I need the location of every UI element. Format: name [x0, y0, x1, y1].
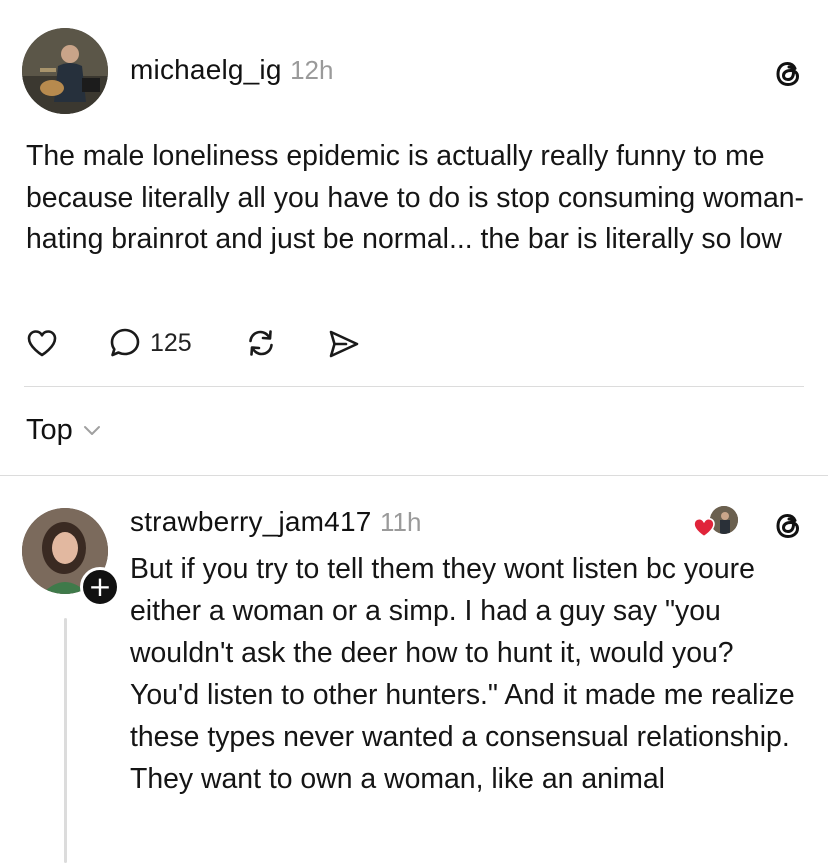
repost-icon[interactable] — [242, 324, 280, 362]
sort-dropdown[interactable]: Top — [26, 414, 101, 447]
sort-label: Top — [26, 414, 73, 446]
follow-plus-icon[interactable]: + — [80, 567, 120, 607]
reply-header: strawberry_jam417 11h — [130, 506, 421, 538]
chevron-down-icon — [83, 425, 101, 437]
liked-by-author-indicator — [692, 506, 742, 542]
reply-username[interactable]: strawberry_jam417 — [130, 506, 372, 537]
comment-icon — [106, 324, 144, 362]
author-avatar[interactable] — [22, 28, 108, 114]
liked-by-author-heart-icon — [692, 516, 716, 538]
heart-icon[interactable] — [24, 325, 60, 361]
comment-button[interactable]: 125 — [106, 324, 192, 362]
reply-count: 125 — [150, 328, 192, 357]
post-divider — [24, 386, 804, 387]
reply-body-text: But if you try to tell them they wont li… — [130, 553, 795, 795]
author-avatar-image — [22, 28, 108, 114]
reply-timestamp: 11h — [379, 507, 422, 537]
thread-connector-line — [64, 618, 67, 863]
author-username[interactable]: michaelg_ig — [130, 54, 282, 85]
reply-threads-logo-icon[interactable] — [768, 506, 808, 546]
post-header: michaelg_ig 12h — [130, 54, 333, 86]
post-timestamp: 12h — [290, 55, 334, 85]
section-divider — [0, 475, 828, 476]
post-body-text: The male loneliness epidemic is actually… — [26, 140, 804, 256]
threads-logo-icon[interactable] — [768, 54, 808, 94]
share-icon[interactable] — [324, 325, 362, 363]
